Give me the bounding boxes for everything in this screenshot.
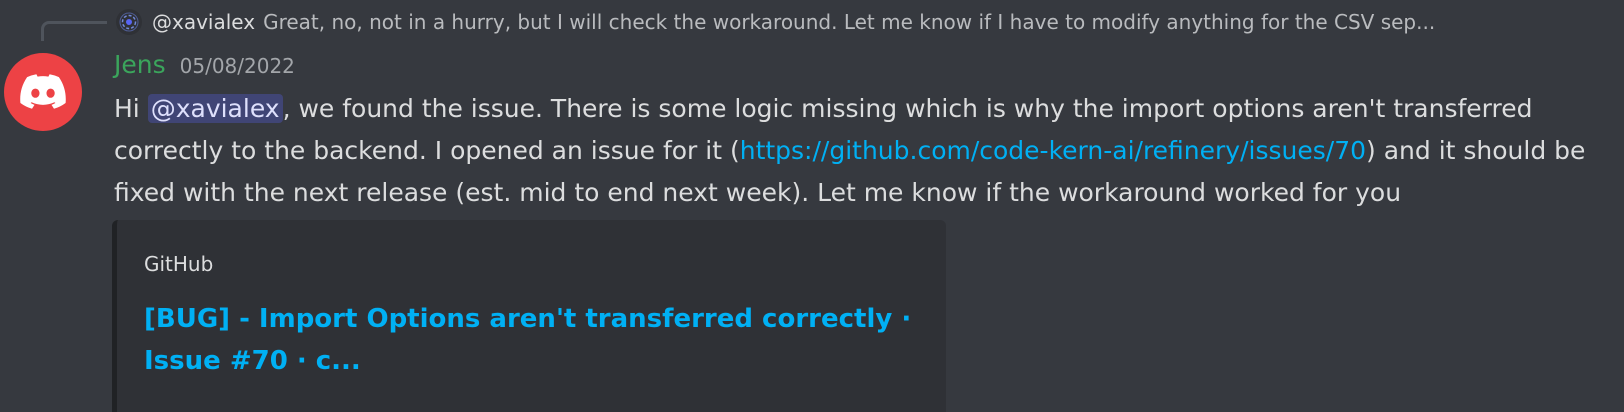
- message-content: Hi @xavialex, we found the issue. There …: [114, 88, 1614, 214]
- user-mention[interactable]: @xavialex: [147, 94, 283, 123]
- chat-message: @xavialex Great, no, not in a hurry, but…: [0, 0, 1624, 412]
- message-text: Hi: [114, 94, 148, 123]
- reply-avatar-icon: [119, 12, 139, 32]
- replied-message[interactable]: @xavialex Great, no, not in a hurry, but…: [116, 6, 1616, 38]
- reply-author[interactable]: @xavialex: [152, 10, 255, 34]
- embed-title[interactable]: [BUG] - Import Options aren't transferre…: [144, 298, 924, 382]
- link-embed: GitHub [BUG] - Import Options aren't tra…: [112, 220, 946, 412]
- message-header: Jens 05/08/2022: [114, 50, 295, 86]
- embed-provider[interactable]: GitHub: [144, 252, 213, 276]
- reply-spine: [41, 21, 107, 41]
- avatar[interactable]: [4, 53, 82, 131]
- timestamp[interactable]: 05/08/2022: [180, 54, 295, 78]
- discord-logo-icon: [20, 74, 66, 109]
- author-name[interactable]: Jens: [114, 50, 166, 79]
- issue-link[interactable]: https://github.com/code-kern-ai/refinery…: [740, 136, 1366, 165]
- reply-avatar[interactable]: [116, 9, 142, 35]
- reply-text[interactable]: Great, no, not in a hurry, but I will ch…: [263, 10, 1435, 34]
